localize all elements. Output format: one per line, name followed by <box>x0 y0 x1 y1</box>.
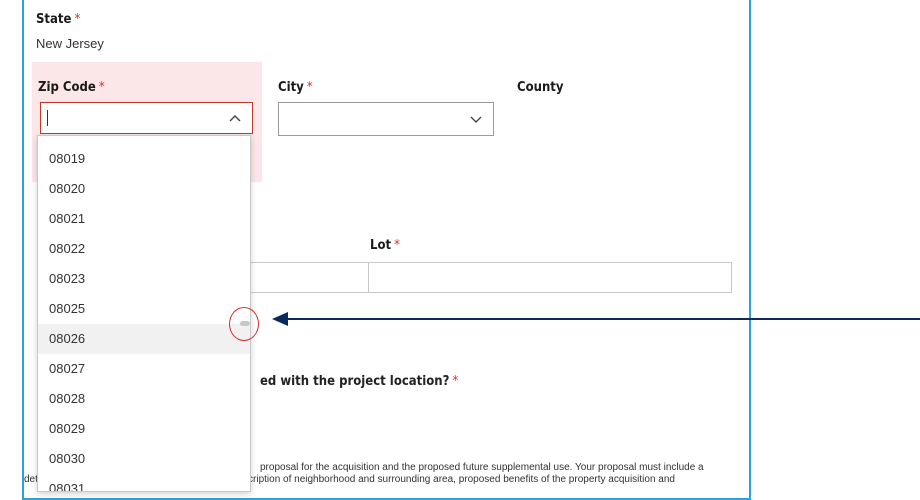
state-label: State * <box>36 12 81 27</box>
dropdown-option[interactable]: 08027 <box>38 354 250 384</box>
dropdown-option[interactable]: 08020 <box>38 174 250 204</box>
dropdown-option[interactable]: 08029 <box>38 414 250 444</box>
lot-input[interactable] <box>368 262 732 293</box>
lot-label: Lot * <box>370 238 400 253</box>
required-marker: * <box>394 238 400 253</box>
city-select[interactable] <box>278 102 494 136</box>
dropdown-option[interactable]: 08030 <box>38 444 250 474</box>
required-marker: * <box>74 12 81 27</box>
annotation-arrow-icon <box>272 312 920 326</box>
project-location-question: ed with the project location? * <box>260 374 459 389</box>
required-marker: * <box>98 80 105 95</box>
county-label: County <box>517 80 564 95</box>
state-value: New Jersey <box>36 36 104 51</box>
city-label: City * <box>278 80 313 95</box>
dropdown-option[interactable]: 08028 <box>38 384 250 414</box>
required-marker: * <box>452 374 459 389</box>
dropdown-option[interactable]: 08021 <box>38 204 250 234</box>
zip-code-select[interactable] <box>40 102 253 134</box>
block-input[interactable] <box>250 262 370 293</box>
chevron-down-icon[interactable] <box>469 112 483 126</box>
dropdown-option[interactable]: 08025 <box>38 294 250 324</box>
chevron-up-icon[interactable] <box>228 111 242 125</box>
dropdown-option[interactable]: 08019 <box>38 144 250 174</box>
dropdown-option[interactable]: 08031 <box>38 474 250 491</box>
annotation-circle <box>229 307 259 341</box>
zip-code-label: Zip Code * <box>38 80 105 95</box>
dropdown-option-hovered[interactable]: 08026 <box>38 324 250 354</box>
dropdown-option[interactable]: 08023 <box>38 264 250 294</box>
text-cursor <box>47 110 48 126</box>
required-marker: * <box>306 80 313 95</box>
zip-code-dropdown-list[interactable]: 08019 08020 08021 08022 08023 08025 0802… <box>37 135 251 492</box>
dropdown-option[interactable]: 08022 <box>38 234 250 264</box>
